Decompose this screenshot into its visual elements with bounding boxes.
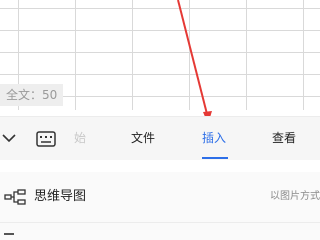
- tab-start[interactable]: 始: [74, 130, 86, 146]
- tab-view[interactable]: 查看: [272, 130, 296, 146]
- tab-insert[interactable]: 插入: [202, 130, 226, 146]
- menu-item-mind-map[interactable]: 思维导图 以图片方式: [0, 172, 320, 223]
- word-count-badge: 全文：50: [0, 84, 64, 106]
- menu-item-partial[interactable]: ▔▔▔ ▔▔: [0, 160, 320, 172]
- menu-item-next[interactable]: [0, 223, 320, 240]
- mind-map-label: 思维导图: [34, 189, 87, 204]
- keyboard-button[interactable]: [34, 127, 58, 151]
- keyboard-icon: [36, 131, 56, 147]
- mind-map-icon: [4, 189, 26, 205]
- partial-item-ghost: ▔▔▔ ▔▔: [34, 160, 94, 167]
- chevron-down-icon: [2, 134, 16, 143]
- mind-map-hint: 以图片方式: [270, 191, 320, 202]
- next-item-icon: [4, 233, 14, 239]
- active-tab-indicator: [202, 157, 228, 159]
- collapse-toolbar-button[interactable]: [0, 127, 18, 149]
- tab-file[interactable]: 文件: [131, 130, 155, 146]
- bottom-toolbar: 始 文件 插入 查看: [0, 116, 320, 161]
